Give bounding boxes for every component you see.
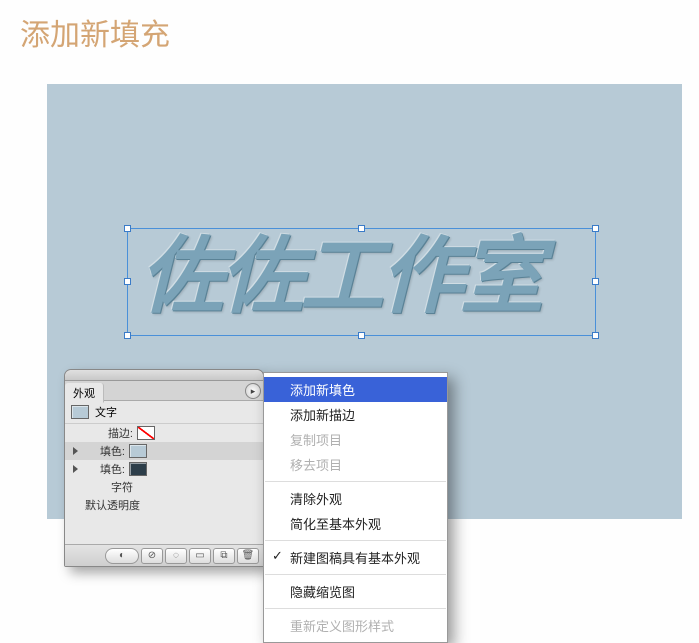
menu-new-art-basic-label: 新建图稿具有基本外观 [290, 551, 420, 566]
menu-add-fill[interactable]: 添加新填色 [264, 377, 447, 402]
opacity-label: 默认透明度 [65, 497, 144, 513]
fill-row-2[interactable]: 填色: [65, 460, 263, 478]
page-title: 添加新填充 [20, 10, 170, 54]
characters-row[interactable]: 字符 [65, 478, 263, 496]
menu-remove: 移去项目 [264, 452, 447, 477]
handle-bottom-right[interactable] [592, 332, 599, 339]
handle-top-middle[interactable] [358, 225, 365, 232]
menu-separator [265, 540, 446, 541]
no-fill-button[interactable]: ⊘ [141, 548, 163, 564]
handle-top-left[interactable] [124, 225, 131, 232]
handle-bottom-left[interactable] [124, 332, 131, 339]
stroke-swatch[interactable] [137, 426, 155, 440]
disclosure-triangle-icon[interactable] [73, 465, 78, 473]
handle-middle-right[interactable] [592, 278, 599, 285]
type-label: 文字 [95, 404, 117, 420]
menu-new-art-basic[interactable]: ✓ 新建图稿具有基本外观 [264, 545, 447, 570]
tab-appearance[interactable]: 外观 [65, 383, 104, 403]
panel-titlebar[interactable] [65, 370, 263, 381]
trash-button[interactable]: 🗑 [237, 548, 259, 564]
menu-duplicate: 复制项目 [264, 427, 447, 452]
handle-bottom-middle[interactable] [358, 332, 365, 339]
panel-empty-area [65, 514, 263, 544]
effects-button[interactable]: ◌ [165, 548, 187, 564]
panel-flyout-button[interactable] [245, 383, 261, 399]
menu-separator [265, 608, 446, 609]
type-row[interactable]: 文字 [65, 401, 263, 424]
toggle-button[interactable]: ◐ [105, 548, 139, 564]
menu-clear[interactable]: 清除外观 [264, 486, 447, 511]
menu-hide-thumb[interactable]: 隐藏缩览图 [264, 579, 447, 604]
check-icon: ✓ [272, 548, 283, 564]
clear-button[interactable]: ▭ [189, 548, 211, 564]
type-swatch [71, 405, 89, 419]
appearance-panel: 外观 文字 描边: 填色: 填色: 字符 默认透明度 ◐ ⊘ [64, 369, 264, 567]
fill-swatch-2[interactable] [129, 462, 147, 476]
stroke-row[interactable]: 描边: [65, 424, 263, 442]
handle-top-right[interactable] [592, 225, 599, 232]
panel-tabs: 外观 [65, 381, 263, 401]
fill-row-1[interactable]: 填色: [65, 442, 263, 460]
characters-label: 字符 [65, 479, 137, 495]
fill-swatch-1[interactable] [129, 444, 147, 458]
menu-redefine: 重新定义图形样式 [264, 613, 447, 638]
fill-label-1: 填色: [81, 443, 129, 459]
panel-body: 文字 描边: 填色: 填色: 字符 默认透明度 [65, 401, 263, 544]
disclosure-triangle-icon[interactable] [73, 447, 78, 455]
stroke-label: 描边: [65, 425, 137, 441]
flyout-menu: 添加新填色 添加新描边 复制项目 移去项目 清除外观 简化至基本外观 ✓ 新建图… [263, 372, 448, 643]
selection-bounding-box[interactable] [127, 228, 596, 336]
handle-middle-left[interactable] [124, 278, 131, 285]
opacity-row[interactable]: 默认透明度 [65, 496, 263, 514]
fill-label-2: 填色: [81, 461, 129, 477]
duplicate-button[interactable]: ⧉ [213, 548, 235, 564]
menu-reduce[interactable]: 简化至基本外观 [264, 511, 447, 536]
panel-footer: ◐ ⊘ ◌ ▭ ⧉ 🗑 [65, 544, 263, 566]
menu-add-stroke[interactable]: 添加新描边 [264, 402, 447, 427]
menu-separator [265, 481, 446, 482]
menu-separator [265, 574, 446, 575]
